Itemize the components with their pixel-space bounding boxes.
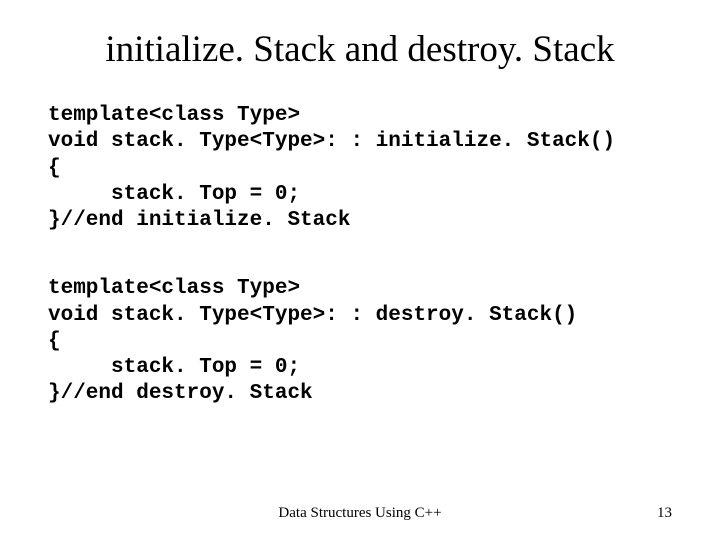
footer: Data Structures Using C++ 13 xyxy=(0,505,720,522)
footer-label: Data Structures Using C++ xyxy=(278,505,441,522)
page-number: 13 xyxy=(657,505,672,522)
code-block-destroy: template<class Type> void stack. Type<Ty… xyxy=(48,276,672,407)
slide: initialize. Stack and destroy. Stack tem… xyxy=(0,0,720,540)
page-title: initialize. Stack and destroy. Stack xyxy=(48,28,672,71)
code-block-initialize: template<class Type> void stack. Type<Ty… xyxy=(48,103,672,234)
